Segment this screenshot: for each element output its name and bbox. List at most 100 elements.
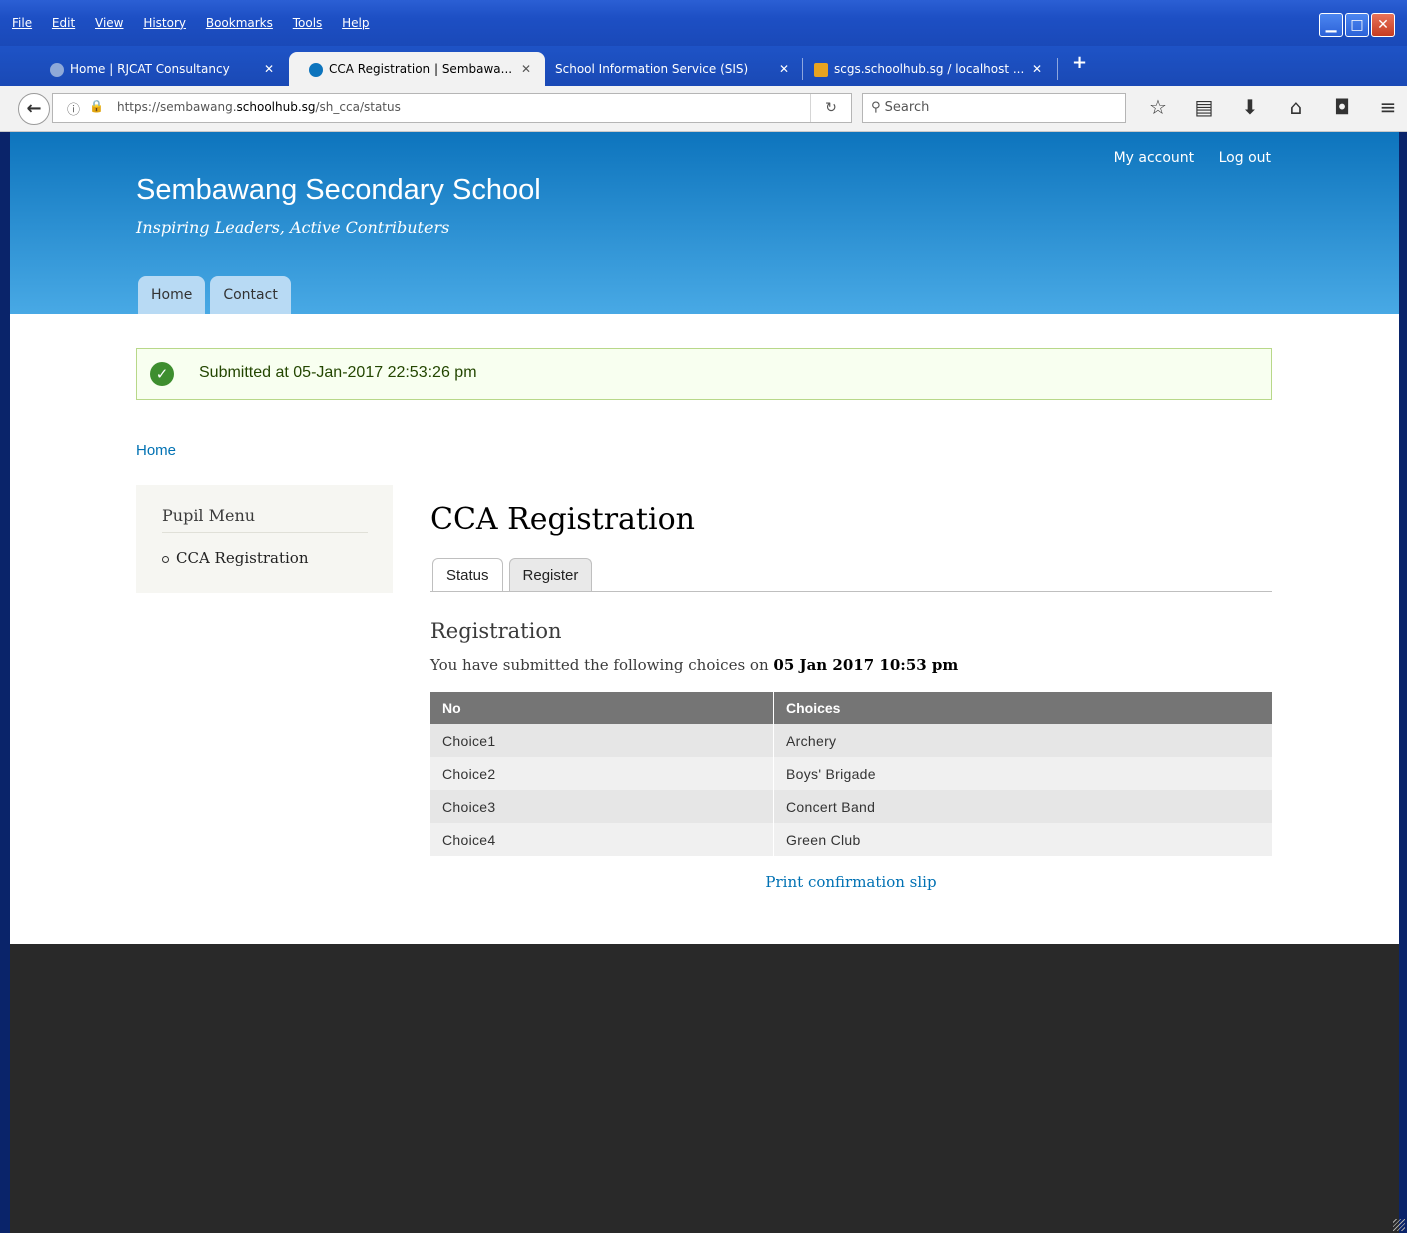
- tab-sis[interactable]: School Information Service (SIS) ✕: [535, 52, 803, 86]
- print-confirmation-link-wrap: Print confirmation slip: [430, 873, 1272, 891]
- tab-status[interactable]: Status: [432, 558, 503, 591]
- drupal-icon: [309, 62, 323, 77]
- menu-icon[interactable]: ≡: [1370, 95, 1406, 119]
- table-header-row: No Choices: [430, 692, 1272, 724]
- tab-strip: Home | RJCAT Consultancy ✕ CCA Registrat…: [0, 46, 1407, 86]
- search-input[interactable]: ⚲ Search: [862, 93, 1126, 123]
- close-tab-icon[interactable]: ✕: [779, 52, 789, 86]
- new-tab-button[interactable]: +: [1072, 52, 1087, 73]
- bullet-icon: [162, 555, 169, 563]
- menu-tools[interactable]: Tools: [293, 16, 323, 30]
- my-account-link[interactable]: My account: [1114, 150, 1195, 166]
- download-icon[interactable]: ⬇: [1232, 95, 1268, 119]
- page-viewport: My account Log out Sembawang Secondary S…: [10, 132, 1399, 1233]
- close-window-button[interactable]: ✕: [1371, 13, 1395, 37]
- tab-cca-registration[interactable]: CCA Registration | Sembawa... ✕: [289, 52, 545, 86]
- breadcrumb[interactable]: Home: [136, 442, 176, 459]
- maximize-icon: □: [1350, 17, 1364, 33]
- intro-text: You have submitted the following choices…: [430, 656, 959, 674]
- choices-table: No Choices Choice1 Archery Choice2 Boys'…: [430, 692, 1272, 856]
- column-header-no: No: [430, 692, 774, 724]
- bookmark-star-icon[interactable]: ☆: [1140, 95, 1176, 119]
- cell-no: Choice4: [430, 823, 774, 856]
- pupil-menu-title: Pupil Menu: [162, 506, 256, 525]
- main-menu-contact[interactable]: Contact: [210, 276, 291, 314]
- tab-phpmyadmin[interactable]: scgs.schoolhub.sg / localhost ... ✕: [794, 52, 1056, 86]
- tab-label: CCA Registration | Sembawa...: [329, 62, 513, 76]
- menu-history[interactable]: History: [143, 16, 186, 30]
- cell-choice: Concert Band: [773, 790, 1272, 823]
- url-text[interactable]: https://sembawang.schoolhub.sg/sh_cca/st…: [117, 100, 401, 114]
- close-tab-icon[interactable]: ✕: [521, 52, 531, 86]
- toolbar-icons: ☆ ▤ ⬇ ⌂ ◘ ≡: [1140, 95, 1406, 119]
- url-bar[interactable]: ⓘ 🔒 https://sembawang.schoolhub.sg/sh_cc…: [52, 93, 852, 123]
- table-row: Choice3 Concert Band: [430, 790, 1272, 823]
- check-circle-icon: ✓: [150, 362, 174, 386]
- site-slogan: Inspiring Leaders, Active Contributers: [136, 218, 450, 237]
- tab-label: scgs.schoolhub.sg / localhost ...: [834, 62, 1025, 76]
- secondary-menu: My account Log out: [1094, 150, 1271, 166]
- window-controls: ▁ □ ✕: [1319, 13, 1395, 37]
- home-icon[interactable]: ⌂: [1278, 95, 1314, 119]
- pupil-menu-block: Pupil Menu CCA Registration: [136, 485, 393, 593]
- pma-icon: [814, 62, 828, 77]
- tab-label: Home | RJCAT Consultancy: [70, 62, 230, 76]
- site-name[interactable]: Sembawang Secondary School: [136, 174, 541, 207]
- cell-no: Choice1: [430, 724, 774, 757]
- close-tab-icon[interactable]: ✕: [264, 52, 274, 86]
- table-row: Choice4 Green Club: [430, 823, 1272, 856]
- cell-no: Choice3: [430, 790, 774, 823]
- site-header: My account Log out Sembawang Secondary S…: [10, 132, 1399, 314]
- page-tabs: Status Register: [432, 558, 593, 591]
- submission-date: 05 Jan 2017 10:53 pm: [773, 656, 959, 674]
- divider: [162, 532, 368, 533]
- log-out-link[interactable]: Log out: [1219, 150, 1271, 166]
- sidebar-item-cca-registration[interactable]: CCA Registration: [162, 549, 308, 567]
- back-button[interactable]: ←: [18, 93, 50, 125]
- tabs-underline: [430, 591, 1272, 592]
- column-header-choices: Choices: [773, 692, 1272, 724]
- lock-icon[interactable]: 🔒: [89, 99, 104, 113]
- section-title: Registration: [430, 619, 562, 643]
- tab-label: School Information Service (SIS): [555, 62, 749, 76]
- title-bar: File Edit View History Bookmarks Tools H…: [0, 0, 1407, 46]
- tab-register[interactable]: Register: [508, 558, 593, 591]
- main-menu-home[interactable]: Home: [138, 276, 206, 314]
- navigation-toolbar: ⓘ 🔒 https://sembawang.schoolhub.sg/sh_cc…: [0, 86, 1407, 132]
- menu-bar: File Edit View History Bookmarks Tools H…: [12, 16, 385, 30]
- reload-icon[interactable]: ↻: [810, 94, 851, 122]
- status-message-text: Submitted at 05-Jan-2017 22:53:26 pm: [199, 364, 477, 381]
- rj-icon: [50, 62, 64, 77]
- menu-file[interactable]: File: [12, 16, 32, 30]
- site-footer: [10, 944, 1399, 1233]
- close-tab-icon[interactable]: ✕: [1032, 52, 1042, 86]
- tab-rjcat[interactable]: Home | RJCAT Consultancy ✕: [30, 52, 288, 86]
- cell-choice: Green Club: [773, 823, 1272, 856]
- search-icon: ⚲: [871, 100, 881, 115]
- cell-choice: Archery: [773, 724, 1272, 757]
- cell-choice: Boys' Brigade: [773, 757, 1272, 790]
- page-title: CCA Registration: [430, 502, 695, 537]
- menu-help[interactable]: Help: [342, 16, 369, 30]
- close-icon: ✕: [1377, 17, 1389, 33]
- search-placeholder: Search: [884, 100, 930, 115]
- plus-icon: +: [1072, 52, 1088, 73]
- tab-separator: [1057, 58, 1058, 80]
- sidebar-item-label: CCA Registration: [176, 549, 309, 567]
- browser-window: File Edit View History Bookmarks Tools H…: [0, 0, 1407, 1233]
- resize-grip-icon[interactable]: [1393, 1219, 1405, 1231]
- menu-bookmarks[interactable]: Bookmarks: [206, 16, 273, 30]
- minimize-button[interactable]: ▁: [1319, 13, 1343, 37]
- pocket-icon[interactable]: ◘: [1324, 95, 1360, 119]
- info-icon[interactable]: ⓘ: [67, 99, 80, 118]
- maximize-button[interactable]: □: [1345, 13, 1369, 37]
- main-menu: Home Contact: [138, 276, 291, 314]
- minimize-icon: ▁: [1325, 17, 1337, 33]
- reading-list-icon[interactable]: ▤: [1186, 95, 1222, 119]
- status-message: ✓ Submitted at 05-Jan-2017 22:53:26 pm: [136, 348, 1272, 400]
- menu-view[interactable]: View: [95, 16, 123, 30]
- back-arrow-icon: ←: [26, 98, 42, 119]
- menu-edit[interactable]: Edit: [52, 16, 75, 30]
- print-confirmation-link[interactable]: Print confirmation slip: [765, 873, 936, 891]
- cell-no: Choice2: [430, 757, 774, 790]
